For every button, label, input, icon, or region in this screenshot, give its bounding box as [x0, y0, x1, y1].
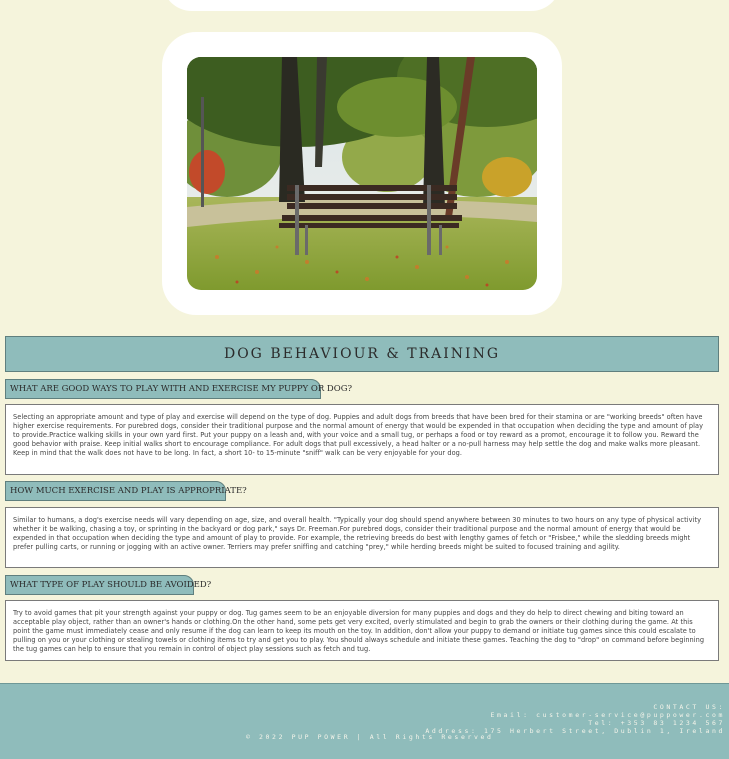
contact-heading: CONTACT US:: [653, 703, 725, 711]
faq-answer-box: Selecting an appropriate amount and type…: [5, 404, 719, 475]
page-title: DOG BEHAVIOUR & TRAINING: [223, 346, 501, 362]
faq-answer-box: Try to avoid games that pit your strengt…: [5, 600, 719, 661]
contact-phone[interactable]: Tel: +353 83 1234 567: [588, 719, 725, 727]
faq-question-tab: WHAT ARE GOOD WAYS TO PLAY WITH AND EXER…: [5, 379, 352, 399]
hero-image-card: [162, 32, 562, 315]
faq-answer: Selecting an appropriate amount and type…: [13, 413, 704, 458]
site-footer: CONTACT US: Email: customer-service@pupp…: [0, 683, 729, 759]
faq-question: WHAT ARE GOOD WAYS TO PLAY WITH AND EXER…: [10, 384, 353, 394]
faq-question-tab: HOW MUCH EXERCISE AND PLAY IS APPROPRIAT…: [5, 481, 247, 501]
faq-answer: Similar to humans, a dog's exercise need…: [13, 516, 702, 552]
faq-question: HOW MUCH EXERCISE AND PLAY IS APPROPRIAT…: [10, 486, 247, 496]
faq-answer: Try to avoid games that pit your strengt…: [13, 609, 705, 654]
previous-image-card: [162, 0, 561, 11]
copyright-notice: © 2022 PUP POWER | All Rights Reserved: [246, 733, 494, 741]
faq-question: WHAT TYPE OF PLAY SHOULD BE AVOIDED?: [10, 580, 212, 590]
contact-email[interactable]: Email: customer-service@puppower.com: [491, 711, 725, 719]
faq-question-tab: WHAT TYPE OF PLAY SHOULD BE AVOIDED?: [5, 575, 211, 595]
page-heading-banner: DOG BEHAVIOUR & TRAINING: [5, 336, 719, 372]
faq-answer-box: Similar to humans, a dog's exercise need…: [5, 507, 719, 568]
park-bench-photo: [187, 57, 537, 290]
